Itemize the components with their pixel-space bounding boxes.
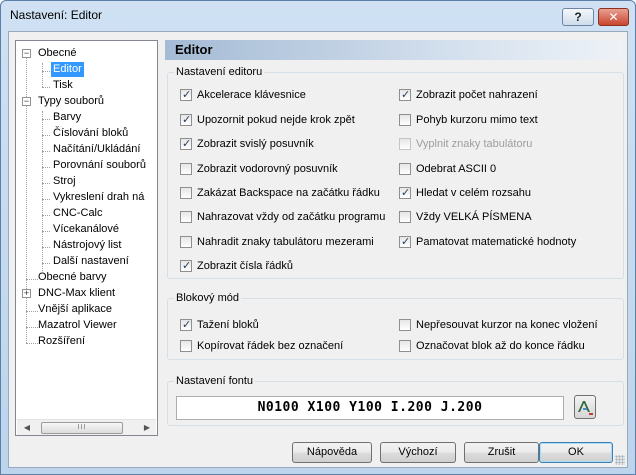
checkbox-label: Vyplnit znaky tabulátoru	[416, 138, 533, 150]
help-button[interactable]: Nápověda	[292, 442, 372, 463]
group-title: Nastavení editoru	[174, 65, 265, 79]
default-button[interactable]: Výchozí	[380, 442, 456, 463]
checkbox-box[interactable]	[180, 163, 192, 175]
checkbox-label: Akcelerace klávesnice	[197, 89, 306, 101]
checkbox-label: Označovat blok až do konce řádku	[416, 340, 585, 352]
tree-item-barvy[interactable]: Barvy	[51, 110, 83, 125]
group-title: Nastavení fontu	[174, 374, 256, 388]
tree-collapse-icon[interactable]: −	[22, 97, 31, 106]
editor-settings-group: Nastavení editoru Akcelerace klávesnice …	[167, 65, 624, 279]
scroll-right-icon[interactable]: ▶	[141, 422, 153, 434]
tree-connector	[42, 151, 50, 152]
tree-item-stroj[interactable]: Stroj	[51, 174, 78, 189]
tree-item-typy-souboru[interactable]: Typy souborů	[36, 94, 106, 109]
checkbox-label: Nahrazovat vždy od začátku programu	[197, 211, 386, 223]
checkbox-label: Kopírovat řádek bez označení	[197, 340, 344, 352]
font-preview: N0100 X100 Y100 I.200 J.200	[176, 396, 564, 420]
tree-item-dnc-max-klient[interactable]: DNC-Max klient	[36, 286, 117, 301]
tree-horizontal-scrollbar[interactable]: ◀ III ▶	[17, 419, 156, 435]
checkbox-box[interactable]	[399, 319, 411, 331]
checkbox-label: Zobrazit vodorovný posuvník	[197, 163, 338, 175]
choose-font-button[interactable]	[574, 395, 596, 419]
scroll-left-icon[interactable]: ◀	[21, 422, 33, 434]
tree-connector	[42, 247, 50, 248]
checkbox-box[interactable]	[180, 340, 192, 352]
tree-item-porovnani-souboru[interactable]: Porovnání souborů	[51, 158, 148, 173]
tree-connector	[42, 215, 50, 216]
tree-connector	[42, 263, 50, 264]
dialog-client-area: − − + Obecné Editor Tisk Typy souborů Ba…	[8, 31, 628, 468]
checkbox-label: Pohyb kurzoru mimo text	[416, 114, 538, 126]
tree-item-mazatrol-viewer[interactable]: Mazatrol Viewer	[36, 318, 119, 333]
tree-connector	[42, 87, 50, 88]
scroll-thumb[interactable]: III	[41, 422, 123, 434]
tree-connector	[42, 199, 50, 200]
tree-connector	[42, 119, 50, 120]
checkbox-box[interactable]	[180, 137, 192, 151]
tree-item-vicekanalove[interactable]: Vícekanálové	[51, 222, 121, 237]
tree-item-cislovani-bloku[interactable]: Číslování bloků	[51, 126, 130, 141]
tree-item-obecne[interactable]: Obecné	[36, 46, 79, 61]
tree-item-rozsireni[interactable]: Rozšíření	[36, 334, 87, 349]
checkbox-label: Odebrat ASCII 0	[416, 163, 497, 175]
checkbox-box[interactable]	[180, 88, 192, 102]
checkbox-box[interactable]	[180, 318, 192, 332]
tree-connector	[42, 135, 50, 136]
checkbox-label: Zobrazit počet nahrazení	[416, 89, 538, 101]
checkbox-box[interactable]	[399, 235, 411, 249]
checkbox-box	[399, 138, 411, 150]
checkbox-box[interactable]	[180, 236, 192, 248]
tree-item-editor[interactable]: Editor	[51, 62, 84, 77]
checkbox-label: Hledat v celém rozsahu	[416, 187, 531, 199]
tree-connector	[42, 231, 50, 232]
help-titlebar-button[interactable]: ?	[562, 8, 594, 26]
checkbox-box[interactable]	[399, 186, 411, 200]
ok-button[interactable]: OK	[539, 442, 613, 463]
block-mode-group: Blokový mód Tažení bloků Kopírovat řádek…	[167, 291, 624, 360]
tree-connector	[42, 183, 50, 184]
checkbox-label: Nahradit znaky tabulátoru mezerami	[197, 236, 374, 248]
close-button[interactable]: ✕	[598, 8, 629, 26]
tree-item-nastrojovy-list[interactable]: Nástrojový list	[51, 238, 123, 253]
tree-expand-icon[interactable]: +	[22, 289, 31, 298]
settings-window: Nastavení: Editor ? ✕ − − + Obecné Edito…	[0, 0, 636, 475]
tree-item-vykresleni-drah[interactable]: Vykreslení drah ná	[51, 190, 146, 205]
checkbox-box[interactable]	[399, 340, 411, 352]
font-icon	[578, 401, 593, 415]
tree-item-dalsi-nastaveni[interactable]: Další nastavení	[51, 254, 131, 269]
tree-item-tisk[interactable]: Tisk	[51, 78, 75, 93]
checkbox-box[interactable]	[180, 187, 192, 199]
checkbox-box[interactable]	[180, 211, 192, 223]
resize-grip-icon[interactable]	[615, 455, 625, 465]
window-title: Nastavení: Editor	[10, 8, 103, 22]
checkbox-box[interactable]	[399, 163, 411, 175]
checkbox-label: Zakázat Backspace na začátku řádku	[197, 187, 380, 199]
tree-item-nacitani-ukladani[interactable]: Načítání/Ukládání	[51, 142, 142, 157]
font-settings-group: Nastavení fontu N0100 X100 Y100 I.200 J.…	[167, 374, 624, 426]
checkbox-label: Zobrazit čísla řádků	[197, 260, 293, 272]
checkbox-box[interactable]	[399, 211, 411, 223]
checkbox-label: Vždy VELKÁ PÍSMENA	[416, 211, 532, 223]
checkbox-box[interactable]	[180, 259, 192, 273]
tree-item-vnejsi-aplikace[interactable]: Vnější aplikace	[36, 302, 114, 317]
checkbox-label: Zobrazit svislý posuvník	[197, 138, 314, 150]
tree-item-obecne-barvy[interactable]: Obecné barvy	[36, 270, 108, 285]
checkbox-label: Tažení bloků	[197, 319, 259, 331]
checkbox-label: Upozornit pokud nejde krok zpět	[197, 114, 355, 126]
group-title: Blokový mód	[174, 291, 241, 305]
panel-title: Editor	[165, 40, 623, 60]
tree-connector	[42, 167, 50, 168]
cancel-button[interactable]: Zrušit	[464, 442, 539, 463]
checkbox-box[interactable]	[180, 113, 192, 127]
checkbox-box[interactable]	[399, 88, 411, 102]
tree-item-cnc-calc[interactable]: CNC-Calc	[51, 206, 105, 221]
settings-tree: − − + Obecné Editor Tisk Typy souborů Ba…	[15, 40, 158, 436]
checkbox-box[interactable]	[399, 114, 411, 126]
checkbox-label: Pamatovat matematické hodnoty	[416, 236, 577, 248]
tree-connector	[42, 71, 50, 72]
checkbox-label: Nepřesouvat kurzor na konec vložení	[416, 319, 598, 331]
tree-collapse-icon[interactable]: −	[22, 49, 31, 58]
tree-connector	[42, 63, 43, 87]
title-bar[interactable]: Nastavení: Editor ? ✕	[1, 1, 635, 31]
